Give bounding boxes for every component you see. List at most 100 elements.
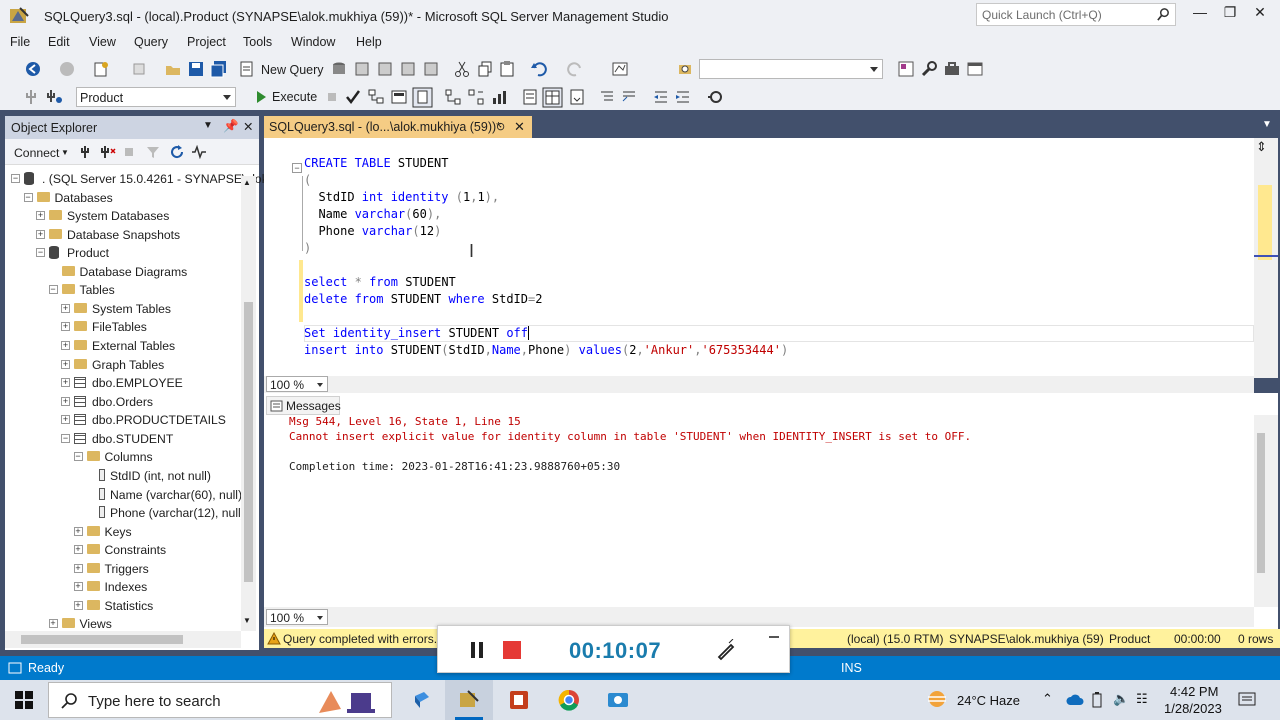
expand-node-icon[interactable]: + [61,359,70,369]
expand-node-icon[interactable]: + [73,563,83,573]
menu-project[interactable]: Project [187,35,226,49]
expand-node-icon[interactable]: + [36,211,45,221]
notifications-icon[interactable] [1238,691,1256,709]
results-zoom-select[interactable]: 100 % [266,609,328,625]
collapse-node-icon[interactable]: − [11,174,20,183]
add-item-icon[interactable] [130,60,148,78]
redo-icon[interactable] [566,60,584,78]
tab-messages[interactable]: Messages [266,396,341,415]
stop-icon[interactable] [123,146,135,158]
collapse-node-icon[interactable]: − [36,248,45,258]
expand-node-icon[interactable]: + [73,600,83,610]
disconnect-icon[interactable] [100,145,116,159]
change-connection-icon[interactable] [45,88,63,106]
menu-tools[interactable]: Tools [243,35,272,49]
close-tab-icon[interactable]: ✕ [514,119,525,135]
display-plan-icon[interactable] [367,88,385,106]
menu-view[interactable]: View [89,35,116,49]
scroll-up-icon[interactable]: ▲ [243,178,251,187]
find-combo[interactable] [699,59,883,79]
live-stats-icon[interactable] [467,88,485,106]
windows-start-icon[interactable] [15,691,33,709]
tab-sqlquery3[interactable]: SQLQuery3.sql - (lo...\alok.mukhiya (59)… [264,116,532,138]
draw-pen-icon[interactable] [715,639,737,661]
execute-play-icon[interactable] [252,88,270,106]
minimize-recorder-icon[interactable] [769,636,779,638]
expand-node-icon[interactable]: + [73,582,83,592]
taskbar-search-input[interactable]: Type here to search [48,682,392,718]
network-icon[interactable]: ☷ [1136,691,1148,707]
onedrive-icon[interactable] [1066,693,1084,706]
database-engine-query-icon[interactable] [330,60,348,78]
stop-recording-icon[interactable] [503,641,521,659]
parse-check-icon[interactable] [344,88,362,106]
menu-query[interactable]: Query [134,35,168,49]
paste-icon[interactable] [498,60,516,78]
expand-node-icon[interactable]: + [73,545,83,555]
pin-icon[interactable]: 📌 [223,119,239,134]
decrease-indent-icon[interactable] [652,88,670,106]
collapse-node-icon[interactable]: − [23,192,33,202]
close-panel-icon[interactable]: ✕ [243,119,253,134]
ssms-taskbar-icon[interactable] [458,689,480,711]
specify-template-values-icon[interactable] [706,88,724,106]
results-to-text-icon[interactable] [412,87,433,108]
undo-icon[interactable] [530,60,548,78]
pin-icon[interactable]: ⊙ [496,120,505,133]
save-all-icon[interactable] [210,60,228,78]
stop-icon[interactable] [323,88,341,106]
close-window-button[interactable]: ✕ [1240,4,1280,24]
expand-node-icon[interactable]: + [61,341,70,351]
connect-dropdown[interactable]: Connect [14,146,59,160]
xmla-query-icon[interactable] [399,60,417,78]
expand-node-icon[interactable]: + [61,415,70,425]
expand-node-icon[interactable]: + [48,619,58,629]
mdx-query-icon[interactable] [353,60,371,78]
connect-icon[interactable] [22,88,40,106]
editor-zoom-select[interactable]: 100 % [266,376,328,392]
results-to-grid-icon[interactable] [542,87,563,108]
expand-node-icon[interactable]: + [73,526,83,536]
weather-sun-icon[interactable] [925,688,949,710]
chrome-icon[interactable] [558,689,580,711]
filter-icon[interactable] [146,145,160,159]
client-stats-icon[interactable] [490,88,508,106]
volume-icon[interactable]: 🔈 [1113,691,1129,707]
app-icon-1[interactable] [412,690,432,710]
collapse-node-icon[interactable]: − [73,452,83,462]
include-plan-icon[interactable] [444,88,462,106]
activity-monitor-icon[interactable] [611,60,629,78]
weather-text[interactable]: 24°C Haze [957,693,1020,708]
new-query-button[interactable]: New Query [261,63,324,77]
query-designer-icon[interactable] [390,88,408,106]
connect-plug-icon[interactable] [78,145,92,159]
expand-node-icon[interactable]: + [61,322,70,332]
menu-window[interactable]: Window [291,35,335,49]
quick-launch-input[interactable]: Quick Launch (Ctrl+Q) [976,3,1176,26]
chevron-up-icon[interactable]: ⌃ [1042,691,1053,707]
collapse-node-icon[interactable]: − [61,433,70,443]
window-layout-icon[interactable] [966,60,984,78]
new-project-icon[interactable] [92,60,110,78]
dax-query-icon[interactable] [422,60,440,78]
available-databases-select[interactable]: Product [76,87,236,107]
toolbox-icon[interactable] [943,60,961,78]
dmx-query-icon[interactable] [376,60,394,78]
menu-file[interactable]: File [10,35,30,49]
panel-menu-icon[interactable]: ▼ [203,120,213,131]
results-to-file-icon[interactable] [568,88,586,106]
execute-button[interactable]: Execute [272,90,317,104]
results-scrollbar-thumb[interactable] [1257,433,1265,573]
vertical-scrollbar-thumb[interactable] [244,302,253,582]
results-to-text-file-icon[interactable] [521,88,539,106]
refresh-icon[interactable] [170,145,184,159]
pause-icon[interactable] [471,642,475,658]
uncomment-lines-icon[interactable] [620,88,638,106]
powerpoint-icon[interactable] [508,689,530,711]
back-icon[interactable] [24,60,42,78]
clock-time[interactable]: 4:42 PM [1170,684,1218,699]
comment-lines-icon[interactable] [598,88,616,106]
collapse-region-icon[interactable]: − [292,163,302,173]
screen-recorder-icon[interactable] [606,689,630,711]
open-file-icon[interactable] [164,60,182,78]
